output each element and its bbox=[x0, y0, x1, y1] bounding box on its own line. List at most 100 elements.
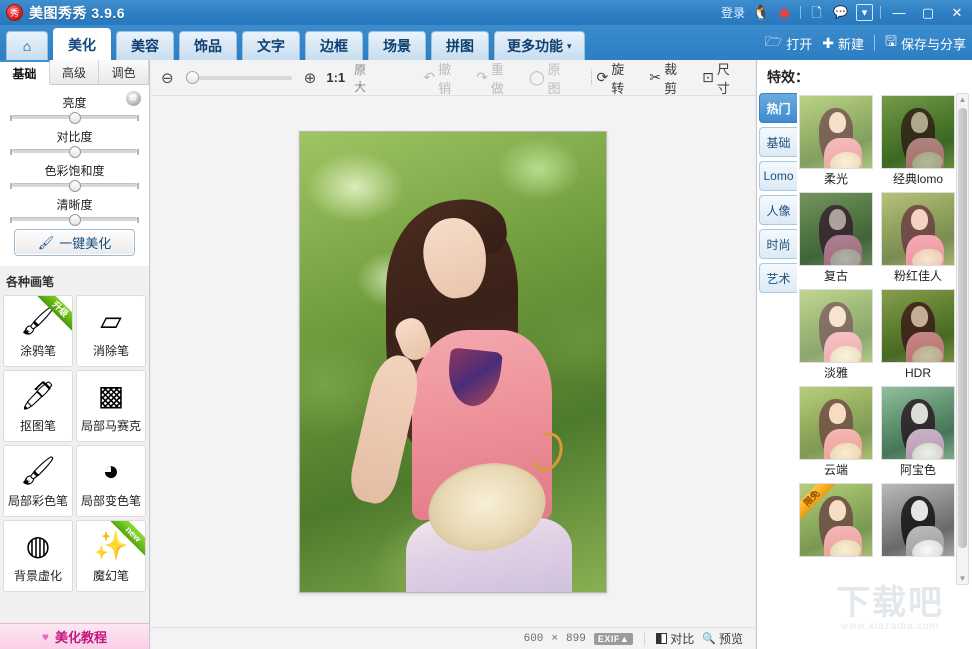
zoom-out-icon[interactable]: ⊖ bbox=[161, 69, 174, 87]
slider-track[interactable] bbox=[10, 146, 139, 158]
tab-6[interactable]: 拼图 bbox=[431, 31, 489, 60]
slider-handle[interactable] bbox=[68, 214, 81, 226]
toolbar-action: ◯ 原图 bbox=[529, 59, 572, 97]
toolbar-action-icon: ⊡ bbox=[702, 69, 714, 85]
toolbar-action-icon: ↶ bbox=[423, 69, 436, 85]
slider-row: 对比度 bbox=[8, 125, 141, 158]
adjust-tab-0[interactable]: 基础 bbox=[0, 60, 50, 85]
preview-button[interactable]: 🔍 预览 bbox=[702, 630, 743, 647]
effect-item[interactable]: HDR bbox=[881, 289, 955, 382]
effects-category-tab-0[interactable]: 热门 bbox=[759, 93, 797, 123]
brush-item[interactable]: 🖌 涂鸦笔 升级 bbox=[3, 295, 73, 367]
save-share-button[interactable]: 🖫 保存与分享 bbox=[885, 31, 966, 55]
scrollbar-thumb[interactable] bbox=[958, 108, 967, 548]
message-icon[interactable]: 💬 bbox=[832, 4, 849, 21]
effect-item[interactable]: 阿宝色 bbox=[881, 386, 955, 479]
qq-icon[interactable]: 🐧 bbox=[752, 4, 769, 21]
effect-tint-overlay bbox=[882, 387, 954, 459]
effects-grid: 柔光 经典lomo 复古 粉红佳人淡雅 HDR 云端 阿宝色 限免 bbox=[799, 93, 957, 562]
slider-track[interactable] bbox=[10, 112, 139, 124]
adjust-tab-1[interactable]: 高级 bbox=[49, 60, 100, 84]
slider-handle[interactable] bbox=[68, 180, 81, 192]
slider-track[interactable] bbox=[10, 180, 139, 192]
maximize-button[interactable]: ▢ bbox=[917, 3, 939, 22]
brush-label: 涂鸦笔 bbox=[19, 344, 56, 358]
slider-track[interactable] bbox=[10, 214, 139, 226]
brush-item[interactable]: ◕ 局部变色笔 bbox=[76, 445, 146, 517]
tutorial-banner[interactable]: ♥ 美化教程 bbox=[0, 623, 149, 649]
tab-label: 更多功能 bbox=[507, 38, 563, 54]
toolbar-action-label: 裁剪 bbox=[664, 61, 678, 96]
zoom-in-icon[interactable]: ⊕ bbox=[304, 69, 317, 87]
scroll-up-icon[interactable]: ▲ bbox=[957, 94, 968, 105]
reset-icon[interactable]: ↺ bbox=[126, 91, 141, 106]
slider-handle[interactable] bbox=[68, 112, 81, 124]
zoom-slider-handle[interactable] bbox=[185, 70, 199, 84]
tab-0[interactable]: 美化 bbox=[53, 28, 111, 60]
exif-button[interactable]: EXIF▲ bbox=[593, 632, 634, 645]
photo-canvas[interactable] bbox=[299, 130, 607, 593]
toolbar-action-label: 尺寸 bbox=[716, 61, 730, 96]
login-link[interactable]: 登录 bbox=[721, 4, 745, 21]
brush-icon: ▩ bbox=[97, 380, 125, 411]
slider-row: 亮度 bbox=[8, 91, 141, 124]
brush-item[interactable]: ▩ 局部马赛克 bbox=[76, 370, 146, 442]
toolbar-action[interactable]: ⟳ 旋转 bbox=[597, 59, 636, 97]
zoom-slider[interactable] bbox=[185, 70, 292, 84]
effect-item[interactable]: 粉红佳人 bbox=[881, 192, 955, 285]
effect-item[interactable]: 经典lomo bbox=[881, 95, 955, 188]
brush-item[interactable]: 🖊 抠图笔 bbox=[3, 370, 73, 442]
scroll-down-icon[interactable]: ▼ bbox=[957, 573, 968, 584]
effects-category-tab-1[interactable]: 基础 bbox=[759, 127, 797, 157]
brush-item[interactable]: ◍ 背景虚化 bbox=[3, 520, 73, 592]
tab-1[interactable]: 美容 bbox=[116, 31, 174, 60]
chevron-down-icon[interactable]: ▾ bbox=[856, 4, 873, 21]
brush-label: 局部彩色笔 bbox=[7, 494, 68, 508]
adjust-tab-2[interactable]: 调色 bbox=[99, 60, 150, 84]
new-button[interactable]: ✚ 新建 bbox=[822, 34, 864, 53]
feedback-icon[interactable]: 🗋 bbox=[808, 4, 825, 21]
canvas-area[interactable] bbox=[151, 96, 755, 627]
brush-item[interactable]: 🖌 局部彩色笔 bbox=[3, 445, 73, 517]
effect-item[interactable] bbox=[881, 483, 955, 562]
adjust-sliders: ↺ 亮度 对比度 色彩饱和度 清晰度 🖌 一键美化 bbox=[0, 85, 149, 266]
effects-category-tab-4[interactable]: 时尚 bbox=[759, 229, 797, 259]
effect-label: 云端 bbox=[823, 463, 848, 477]
tab-4[interactable]: 边框 bbox=[305, 31, 363, 60]
divider bbox=[590, 70, 592, 85]
effect-item[interactable]: 柔光 bbox=[799, 95, 873, 188]
close-button[interactable]: ✕ bbox=[946, 3, 968, 22]
effects-scroll-region[interactable]: 柔光 经典lomo 复古 粉红佳人淡雅 HDR 云端 阿宝色 限免 bbox=[799, 93, 957, 593]
brush-label: 魔幻笔 bbox=[92, 569, 129, 583]
slider-handle[interactable] bbox=[68, 146, 81, 158]
effects-category-tab-5[interactable]: 艺术 bbox=[759, 263, 797, 293]
tab-3[interactable]: 文字 bbox=[242, 31, 300, 60]
effect-label: 淡雅 bbox=[823, 366, 848, 380]
effect-item[interactable]: 复古 bbox=[799, 192, 873, 285]
zoom-ratio-value: 1:1 bbox=[326, 70, 346, 85]
toolbar-action[interactable]: ⊡ 尺寸 bbox=[702, 59, 741, 97]
left-panel: 基础 高级 调色 ↺ 亮度 对比度 色彩饱和度 清晰度 🖌 一键美化 各种画笔 🖌 涂鸦笔升… bbox=[0, 60, 150, 649]
tab-5[interactable]: 场景 bbox=[368, 31, 426, 60]
open-button[interactable]: 🗁 打开 bbox=[765, 31, 812, 55]
tab-7[interactable]: 更多功能 ▾ bbox=[494, 31, 585, 60]
tab-2[interactable]: 饰品 bbox=[179, 31, 237, 60]
effect-item[interactable]: 限免 bbox=[799, 483, 873, 562]
app-logo-icon: 秀 bbox=[6, 4, 23, 21]
effect-item[interactable]: 淡雅 bbox=[799, 289, 873, 382]
compare-button[interactable]: 对比 bbox=[656, 630, 694, 647]
effect-tint-overlay bbox=[800, 290, 872, 362]
zoom-ratio-label[interactable]: 原大 bbox=[354, 61, 377, 95]
brush-item[interactable]: ✨ 魔幻笔 new bbox=[76, 520, 146, 592]
minimize-button[interactable]: — bbox=[888, 3, 910, 22]
effects-category-tab-3[interactable]: 人像 bbox=[759, 195, 797, 225]
brush-item[interactable]: ▱ 消除笔 bbox=[76, 295, 146, 367]
image-width: 600 bbox=[523, 632, 544, 645]
effects-scrollbar[interactable]: ▲ ▼ bbox=[956, 93, 969, 585]
toolbar-action[interactable]: ✂ 裁剪 bbox=[649, 59, 688, 97]
weibo-icon[interactable]: ◉ bbox=[776, 4, 793, 21]
effects-category-tab-2[interactable]: Lomo bbox=[759, 161, 797, 191]
one-key-beautify-button[interactable]: 🖌 一键美化 bbox=[14, 229, 135, 256]
effect-item[interactable]: 云端 bbox=[799, 386, 873, 479]
tab-home[interactable]: ⌂ bbox=[6, 31, 48, 60]
